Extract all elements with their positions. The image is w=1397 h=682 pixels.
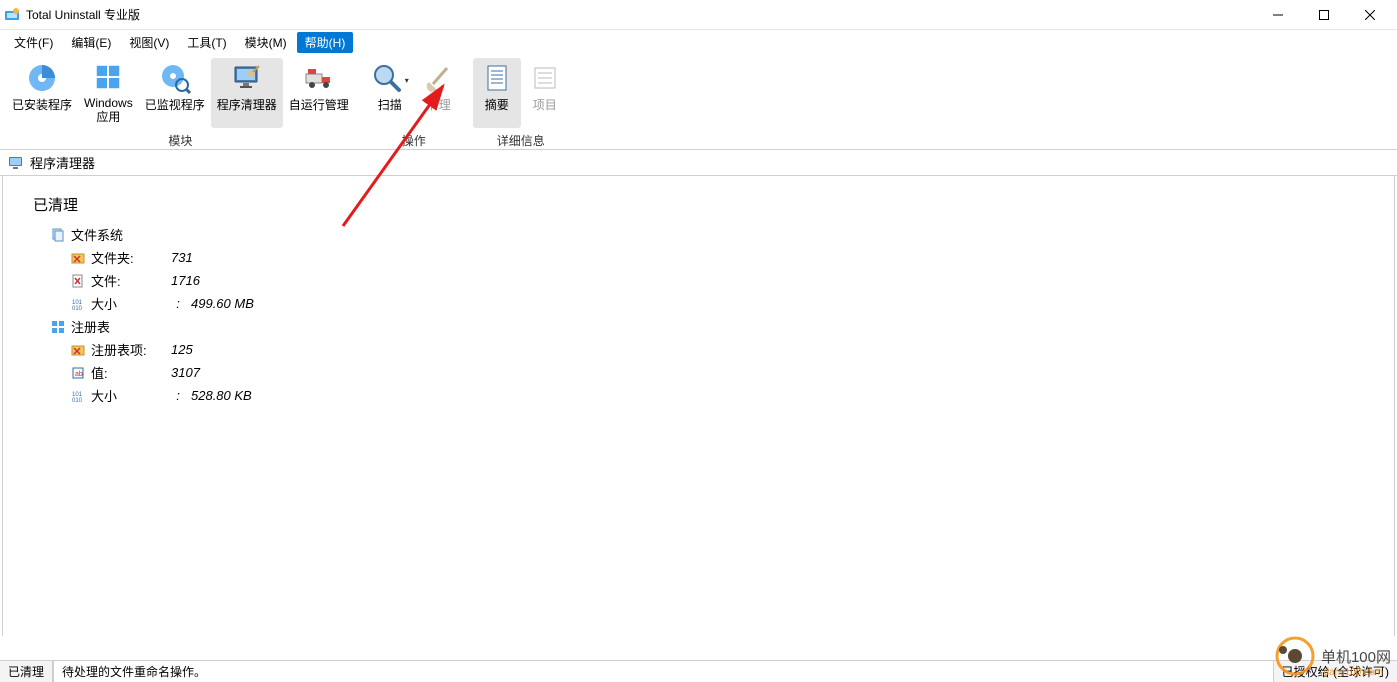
row-fs-size: 101010 大小 : 499.60 MB xyxy=(71,294,1382,313)
tb-installed-programs[interactable]: 已安装程序 xyxy=(6,58,78,128)
tb-items[interactable]: 项目 xyxy=(521,58,569,128)
title-bar: Total Uninstall 专业版 xyxy=(0,0,1397,30)
toolbar: 已安装程序 Windows应用 已监视程序 程序清理器 自运行管理 模块 xyxy=(0,54,1397,150)
row-reg-keys: 注册表项: 125 xyxy=(71,340,1382,359)
minimize-button[interactable] xyxy=(1255,0,1301,30)
menu-edit[interactable]: 编辑(E) xyxy=(63,32,119,53)
close-button[interactable] xyxy=(1347,0,1393,30)
panel-title: 程序清理器 xyxy=(30,153,95,172)
toolbar-group-label-modules: 模块 xyxy=(168,132,192,149)
node-filesystem[interactable]: 文件系统 xyxy=(51,225,1382,244)
tb-summary[interactable]: 摘要 xyxy=(473,58,521,128)
menu-bar: 文件(F) 编辑(E) 视图(V) 工具(T) 模块(M) 帮助(H) xyxy=(0,30,1397,54)
binary-icon: 101010 xyxy=(71,389,85,403)
watermark-logo-icon xyxy=(1275,636,1315,676)
row-reg-values: ab 值: 3107 xyxy=(71,363,1382,382)
windows-icon xyxy=(92,62,124,92)
disc-search-icon xyxy=(159,62,191,94)
truck-icon xyxy=(303,62,335,94)
status-left: 已清理 xyxy=(0,661,53,682)
maximize-button[interactable] xyxy=(1301,0,1347,30)
toolbar-group-modules: 已安装程序 Windows应用 已监视程序 程序清理器 自运行管理 模块 xyxy=(6,58,355,149)
menu-view[interactable]: 视图(V) xyxy=(121,32,177,53)
disc-icon xyxy=(26,62,58,94)
tb-program-cleaner[interactable]: 程序清理器 xyxy=(211,58,283,128)
value-icon: ab xyxy=(71,366,85,380)
panel-header: 程序清理器 xyxy=(0,150,1397,176)
status-bar: 已清理 待处理的文件重命名操作。 已授权给 (全球许可) xyxy=(0,660,1397,682)
folder-x-icon xyxy=(71,251,85,265)
node-registry[interactable]: 注册表 xyxy=(51,317,1382,336)
registry-icon xyxy=(51,320,65,334)
row-fs-files: 文件: 1716 xyxy=(71,271,1382,290)
menu-help[interactable]: 帮助(H) xyxy=(297,32,354,53)
file-x-icon xyxy=(71,274,85,288)
tb-monitored-programs[interactable]: 已监视程序 xyxy=(139,58,211,128)
toolbar-group-operations: ▾ 扫描 清理 操作 xyxy=(365,58,463,149)
copy-icon xyxy=(51,228,65,242)
window-title: Total Uninstall 专业版 xyxy=(26,6,140,23)
svg-text:ab: ab xyxy=(75,371,83,378)
toolbar-group-label-details: 详细信息 xyxy=(497,132,545,149)
menu-tools[interactable]: 工具(T) xyxy=(179,32,234,53)
chevron-down-icon: ▾ xyxy=(405,76,409,85)
toolbar-group-details: 摘要 项目 详细信息 xyxy=(473,58,569,149)
menu-file[interactable]: 文件(F) xyxy=(6,32,61,53)
monitor-icon xyxy=(8,155,24,171)
menu-modules[interactable]: 模块(M) xyxy=(237,32,295,53)
tb-clean[interactable]: 清理 xyxy=(415,58,463,128)
watermark: 单机100网 danji100.com xyxy=(1275,636,1391,676)
row-reg-size: 101010 大小 : 528.80 KB xyxy=(71,386,1382,405)
broom-icon xyxy=(423,62,455,94)
status-message: 待处理的文件重命名操作。 xyxy=(53,661,1274,682)
monitor-broom-icon xyxy=(231,62,263,94)
tb-scan[interactable]: ▾ 扫描 xyxy=(365,58,415,128)
document-icon xyxy=(481,62,513,94)
list-icon xyxy=(529,62,561,94)
tb-windows-apps[interactable]: Windows应用 xyxy=(78,58,139,128)
row-fs-folders: 文件夹: 731 xyxy=(71,248,1382,267)
binary-icon: 101010 xyxy=(71,297,85,311)
tb-autorun-manager[interactable]: 自运行管理 xyxy=(283,58,355,128)
toolbar-group-label-ops: 操作 xyxy=(402,132,426,149)
app-icon xyxy=(4,7,20,23)
folder-x-icon xyxy=(71,343,85,357)
magnifier-icon xyxy=(371,62,403,94)
results-panel: 已清理 文件系统 文件夹: 731 文件: 1716 101010 大小 : 4… xyxy=(2,176,1395,636)
results-heading: 已清理 xyxy=(33,194,1382,215)
svg-text:010: 010 xyxy=(72,306,83,311)
svg-text:010: 010 xyxy=(72,398,83,403)
